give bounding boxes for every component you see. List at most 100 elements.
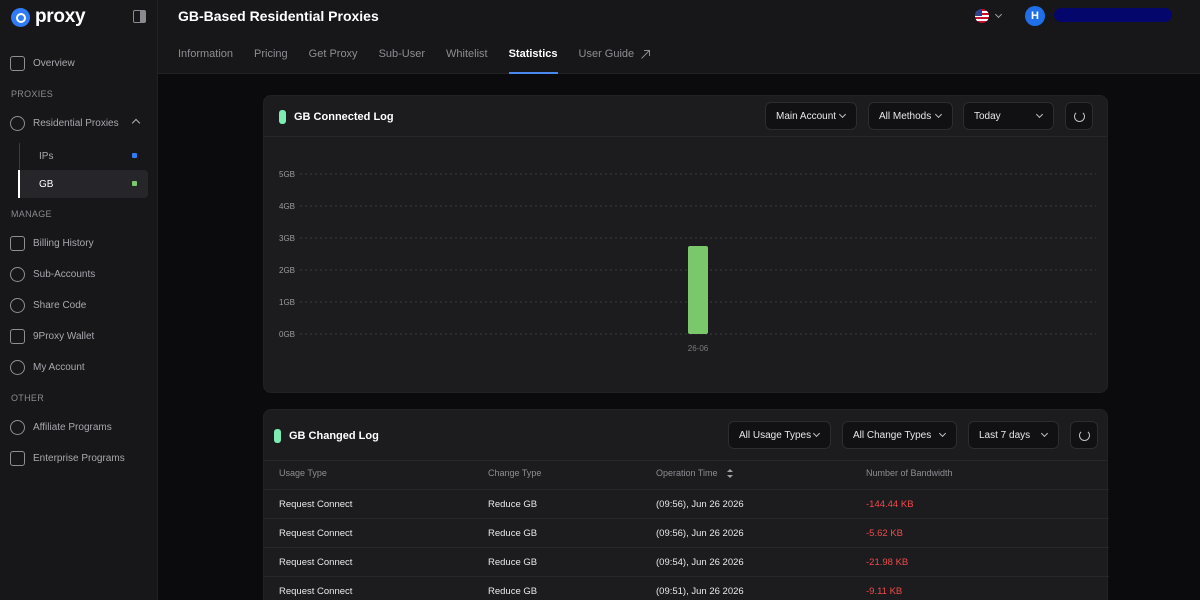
tab-bar: Information Pricing Get Proxy Sub-User W… [178, 48, 670, 74]
sidebar-item-label: Enterprise Programs [33, 452, 125, 464]
column-header-usage-type: Usage Type [279, 468, 327, 478]
y-tick-label: 5GB [279, 170, 295, 179]
account-icon [10, 359, 25, 375]
y-tick-label: 2GB [279, 266, 295, 275]
sidebar-item-ips[interactable]: IPs [18, 142, 148, 170]
page-title: GB-Based Residential Proxies [178, 8, 379, 24]
cell-operation-time: (09:56), Jun 26 2026 [656, 499, 744, 510]
refresh-icon[interactable] [1070, 421, 1098, 449]
receipt-icon [10, 235, 25, 251]
cell-bandwidth: -9.11 KB [866, 586, 903, 597]
sidebar-item-label: 9Proxy Wallet [33, 330, 95, 342]
tab-information[interactable]: Information [178, 48, 233, 74]
sidebar-item-share-code[interactable]: Share Code [10, 293, 150, 317]
cell-change-type: Reduce GB [488, 557, 538, 568]
section-label-manage: MANAGE [11, 209, 52, 219]
tab-label: User Guide [578, 48, 635, 60]
cell-bandwidth: -144.44 KB [866, 499, 914, 510]
table-row: Request Connect Reduce GB (09:51), Jun 2… [264, 576, 1109, 600]
external-link-icon [640, 50, 651, 59]
table-row: Request Connect Reduce GB (09:56), Jun 2… [264, 489, 1109, 518]
tab-user-guide[interactable]: User Guide [578, 48, 651, 74]
connected-log-card: GB Connected Log Main Account All Method… [263, 95, 1108, 393]
tab-get-proxy[interactable]: Get Proxy [309, 48, 358, 74]
avatar[interactable]: H [1025, 6, 1045, 26]
sort-icon[interactable] [726, 469, 734, 479]
y-tick-label: 0GB [279, 330, 295, 339]
cell-usage-type: Request Connect [279, 528, 353, 539]
cell-usage-type: Request Connect [279, 499, 353, 510]
y-tick-label: 3GB [279, 234, 295, 243]
brand-logo[interactable]: proxy [11, 6, 86, 27]
top-header: GB-Based Residential Proxies H Informati… [158, 0, 1200, 74]
cell-operation-time: (09:54), Jun 26 2026 [656, 557, 744, 568]
sidebar-item-billing-history[interactable]: Billing History [10, 231, 150, 255]
tab-whitelist[interactable]: Whitelist [446, 48, 488, 74]
accent-pill [274, 429, 281, 443]
card-divider [264, 460, 1107, 461]
cell-bandwidth: -21.98 KB [866, 557, 909, 568]
cell-operation-time: (09:51), Jun 26 2026 [656, 586, 744, 597]
location-icon [10, 115, 25, 131]
cell-change-type: Reduce GB [488, 499, 538, 510]
sidebar-item-gb[interactable]: GB [18, 170, 148, 198]
usage-type-select[interactable]: All Usage Types [728, 421, 831, 449]
sidebar-item-label: IPs [39, 150, 54, 162]
sidebar-item-label: Residential Proxies [33, 117, 119, 129]
column-header-change-type: Change Type [488, 468, 542, 478]
sidebar-item-wallet[interactable]: 9Proxy Wallet [10, 324, 150, 348]
select-value: All Change Types [853, 429, 932, 441]
cell-bandwidth: -5.62 KB [866, 528, 903, 539]
section-label-other: OTHER [11, 393, 44, 403]
home-icon [10, 55, 25, 71]
logo-icon [11, 7, 30, 27]
card-title: GB Changed Log [274, 429, 379, 443]
chevron-down-icon [812, 429, 821, 438]
us-flag-icon[interactable] [975, 9, 989, 23]
cell-operation-time: (09:56), Jun 26 2026 [656, 528, 744, 539]
sidebar-item-residential-proxies[interactable]: Residential Proxies [10, 111, 150, 135]
select-value: All Usage Types [739, 429, 812, 441]
user-name-redacted[interactable] [1054, 8, 1172, 22]
card-title-text: GB Changed Log [289, 430, 379, 442]
sidebar: proxy Overview PROXIES Residential Proxi… [0, 0, 158, 600]
sidebar-item-enterprise-programs[interactable]: Enterprise Programs [10, 446, 150, 470]
sidebar-toggle-icon[interactable] [133, 10, 146, 23]
brand-name: proxy [35, 6, 86, 27]
section-label-proxies: PROXIES [11, 89, 54, 99]
user-circle-icon [10, 266, 25, 282]
column-header-bandwidth: Number of Bandwidth [866, 468, 953, 478]
sidebar-item-label: Overview [33, 57, 75, 69]
sidebar-item-label: Share Code [33, 299, 87, 311]
select-value: Last 7 days [979, 429, 1031, 441]
bar-26-06[interactable] [688, 246, 708, 334]
send-icon [10, 297, 25, 313]
tab-pricing[interactable]: Pricing [254, 48, 288, 74]
wallet-icon [10, 328, 25, 344]
chevron-down-icon [1040, 429, 1049, 438]
column-header-operation-time[interactable]: Operation Time [656, 468, 734, 479]
tab-sub-user[interactable]: Sub-User [379, 48, 425, 74]
connected-log-chart: 0GB 1GB 2GB 3GB 4GB 5GB 26-06 [279, 170, 1096, 353]
table-row: Request Connect Reduce GB (09:54), Jun 2… [264, 547, 1109, 576]
cell-usage-type: Request Connect [279, 586, 353, 597]
megaphone-icon [10, 419, 25, 435]
sidebar-item-overview[interactable]: Overview [10, 51, 150, 75]
column-header-label: Operation Time [656, 468, 718, 478]
sidebar-item-label: GB [39, 178, 54, 190]
chevron-down-icon [938, 429, 947, 438]
status-dot [132, 181, 137, 186]
chevron-down-icon[interactable] [994, 10, 1003, 19]
sidebar-item-affiliate-programs[interactable]: Affiliate Programs [10, 415, 150, 439]
sidebar-item-my-account[interactable]: My Account [10, 355, 150, 379]
date-range-select[interactable]: Last 7 days [968, 421, 1059, 449]
changed-log-card: GB Changed Log All Usage Types All Chang… [263, 409, 1109, 600]
tab-statistics[interactable]: Statistics [508, 48, 558, 74]
sidebar-item-label: Affiliate Programs [33, 421, 112, 433]
y-tick-label: 1GB [279, 298, 295, 307]
sidebar-item-label: Sub-Accounts [33, 268, 96, 280]
sidebar-item-sub-accounts[interactable]: Sub-Accounts [10, 262, 150, 286]
cell-usage-type: Request Connect [279, 557, 353, 568]
y-tick-label: 4GB [279, 202, 295, 211]
change-type-select[interactable]: All Change Types [842, 421, 957, 449]
